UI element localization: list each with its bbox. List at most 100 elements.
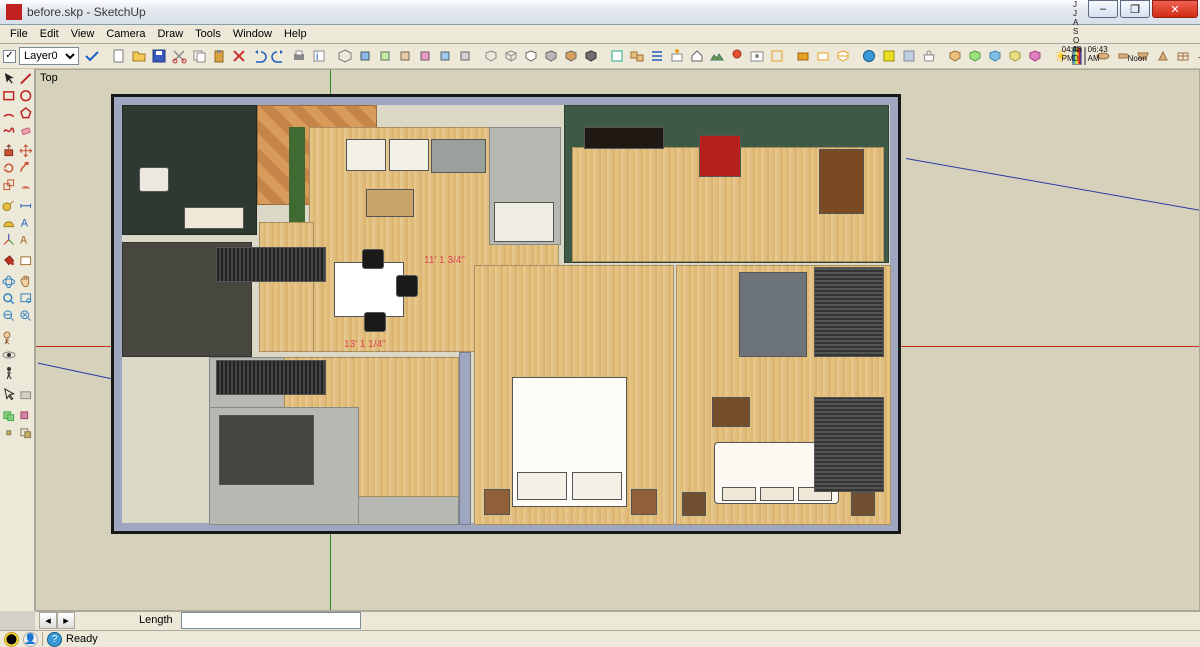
right-view-icon[interactable] <box>396 46 414 66</box>
xray-icon[interactable] <box>482 46 500 66</box>
tapemeasure-icon[interactable] <box>1 198 17 214</box>
monochrome-icon[interactable] <box>582 46 600 66</box>
bottom-view-icon[interactable] <box>456 46 474 66</box>
position-camera-icon[interactable] <box>1 329 17 345</box>
menu-tools[interactable]: Tools <box>189 26 227 42</box>
photo-textures-icon[interactable] <box>748 46 766 66</box>
send-to-layout-icon[interactable] <box>1026 46 1044 66</box>
zoom-previous-icon[interactable] <box>1 308 17 324</box>
eraser-icon[interactable] <box>18 122 34 138</box>
rotate-icon[interactable] <box>1 160 17 176</box>
section-display-icon[interactable] <box>814 46 832 66</box>
interact-icon[interactable] <box>1 387 17 403</box>
ext-warehouse-icon[interactable] <box>860 46 878 66</box>
sandbox-contours-icon[interactable] <box>1194 46 1200 66</box>
axes-icon[interactable] <box>1 232 17 248</box>
maximize-button[interactable]: ❐ <box>1120 0 1150 18</box>
walk-icon[interactable] <box>1 365 17 381</box>
pushpull-icon[interactable] <box>1 143 17 159</box>
offset-icon[interactable] <box>18 177 34 193</box>
zoom-window-icon[interactable] <box>18 291 34 307</box>
open-file-icon[interactable] <box>130 46 148 66</box>
left-view-icon[interactable] <box>436 46 454 66</box>
front-view-icon[interactable] <box>376 46 394 66</box>
section-cuts-icon[interactable] <box>834 46 852 66</box>
add-location-icon[interactable] <box>728 46 746 66</box>
orbit-icon[interactable] <box>1 274 17 290</box>
help-icon[interactable]: ? <box>47 632 62 647</box>
print-icon[interactable] <box>290 46 308 66</box>
section-plane-icon[interactable] <box>794 46 812 66</box>
menu-camera[interactable]: Camera <box>100 26 151 42</box>
hidden-line-icon[interactable] <box>522 46 540 66</box>
zoom-icon[interactable] <box>1 291 17 307</box>
undo-icon[interactable] <box>250 46 268 66</box>
model-info-icon[interactable]: i <box>310 46 328 66</box>
component-icon[interactable] <box>18 253 34 269</box>
move-icon[interactable] <box>18 143 34 159</box>
pan-icon[interactable] <box>18 274 34 290</box>
select-icon[interactable] <box>1 71 17 87</box>
redo-icon[interactable] <box>270 46 288 66</box>
rectangle-icon[interactable] <box>1 88 17 104</box>
menu-help[interactable]: Help <box>278 26 313 42</box>
solid-trim-icon[interactable] <box>18 425 34 441</box>
paintbucket-icon[interactable] <box>1 253 17 269</box>
share-model-icon[interactable] <box>966 46 984 66</box>
ext-store-icon[interactable] <box>920 46 938 66</box>
top-view-icon[interactable] <box>356 46 374 66</box>
geo-toggle-icon[interactable]: ⬤ <box>4 632 19 647</box>
model-viewport[interactable]: Top <box>35 69 1200 611</box>
3dtext-icon[interactable]: A <box>18 232 34 248</box>
entity-info-icon[interactable] <box>668 46 686 66</box>
measurements-input[interactable] <box>181 612 361 629</box>
shaded-icon[interactable] <box>542 46 560 66</box>
arc-icon[interactable] <box>1 105 17 121</box>
sandbox-grid-icon[interactable] <box>1174 46 1192 66</box>
make-group-icon[interactable] <box>628 46 646 66</box>
solid-subtract-icon[interactable] <box>18 408 34 424</box>
text-icon[interactable]: A <box>18 215 34 231</box>
3d-warehouse-icon[interactable] <box>1006 46 1024 66</box>
make-component-icon[interactable] <box>608 46 626 66</box>
minimize-button[interactable]: – <box>1088 0 1118 18</box>
iso-icon[interactable] <box>336 46 354 66</box>
toggle-hidden-icon[interactable] <box>18 387 34 403</box>
menu-draw[interactable]: Draw <box>151 26 189 42</box>
ext-install-icon[interactable] <box>880 46 898 66</box>
wireframe-icon[interactable] <box>502 46 520 66</box>
menu-view[interactable]: View <box>65 26 101 42</box>
copy-icon[interactable] <box>190 46 208 66</box>
new-file-icon[interactable] <box>110 46 128 66</box>
layer-select[interactable]: Layer0 <box>19 47 79 65</box>
house-icon[interactable] <box>688 46 706 66</box>
freehand-icon[interactable] <box>1 122 17 138</box>
line-icon[interactable] <box>18 71 34 87</box>
save-file-icon[interactable] <box>150 46 168 66</box>
outliner-icon[interactable] <box>648 46 666 66</box>
shaded-textures-icon[interactable] <box>562 46 580 66</box>
upload-icon[interactable] <box>986 46 1004 66</box>
layer-arrow-icon[interactable] <box>82 46 102 66</box>
preview-match-icon[interactable] <box>768 46 786 66</box>
dimension-icon[interactable] <box>18 198 34 214</box>
circle-icon[interactable] <box>18 88 34 104</box>
sandbox-detail-icon[interactable] <box>1154 46 1172 66</box>
scale-icon[interactable] <box>1 177 17 193</box>
claim-credit-icon[interactable]: 👤 <box>23 632 38 647</box>
look-around-icon[interactable] <box>1 347 17 363</box>
erase-icon[interactable] <box>230 46 248 66</box>
get-models-icon[interactable] <box>946 46 964 66</box>
followme-icon[interactable] <box>18 160 34 176</box>
scene-scroll-right[interactable]: ▸ <box>57 612 75 629</box>
protractor-icon[interactable] <box>1 215 17 231</box>
cut-icon[interactable] <box>170 46 188 66</box>
menu-window[interactable]: Window <box>227 26 278 42</box>
menu-file[interactable]: File <box>4 26 34 42</box>
close-button[interactable]: ✕ <box>1152 0 1198 18</box>
time-slider[interactable]: 06:43 AM Noon 04:46 PM <box>1084 47 1086 65</box>
solid-intersect-icon[interactable] <box>1 425 17 441</box>
back-view-icon[interactable] <box>416 46 434 66</box>
scene-scroll-left[interactable]: ◂ <box>39 612 57 629</box>
toggle-terrain-icon[interactable] <box>708 46 726 66</box>
